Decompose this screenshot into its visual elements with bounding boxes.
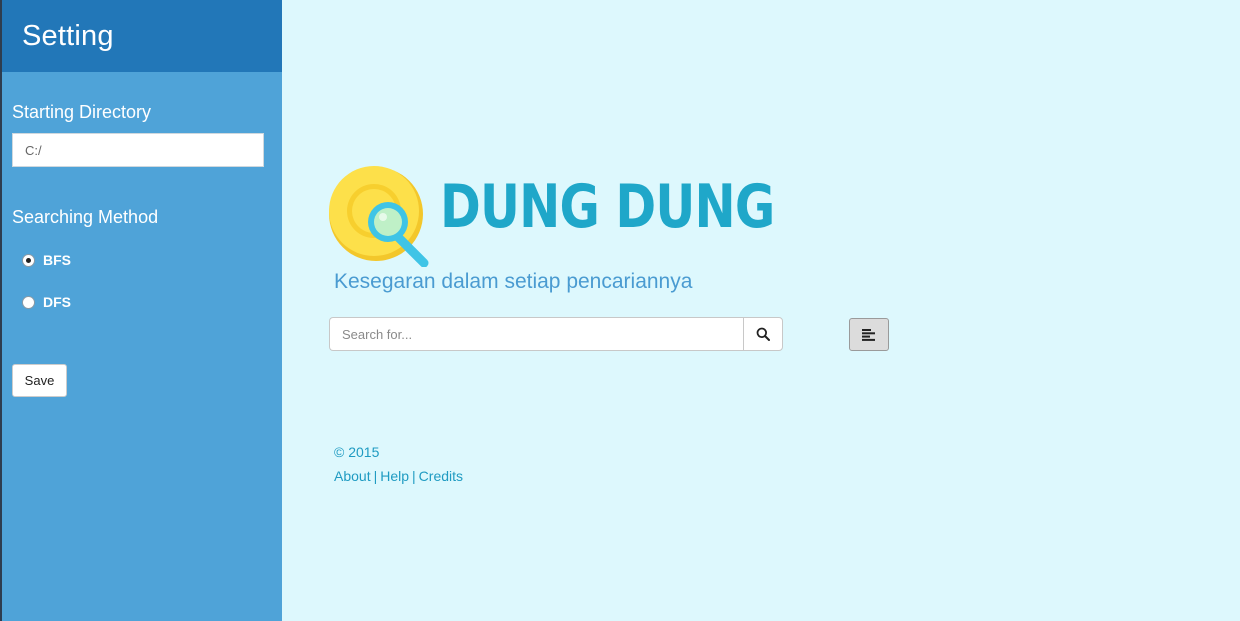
credits-link[interactable]: Credits bbox=[419, 468, 463, 484]
app-logo: DUNG DUNG bbox=[328, 162, 775, 267]
save-button[interactable]: Save bbox=[12, 364, 67, 397]
dfs-radio[interactable] bbox=[22, 295, 35, 309]
sidebar-header: Setting bbox=[2, 0, 282, 72]
searching-method-label: Searching Method bbox=[12, 207, 159, 227]
dfs-label: DFS bbox=[43, 294, 71, 310]
align-left-icon bbox=[862, 328, 875, 341]
coin-magnifier-icon bbox=[329, 166, 429, 267]
search-bar bbox=[329, 317, 783, 351]
starting-directory-label: Starting Directory bbox=[12, 102, 152, 122]
sidebar-title: Setting bbox=[22, 19, 114, 52]
footer-separator: | bbox=[373, 468, 378, 484]
about-link[interactable]: About bbox=[334, 468, 371, 484]
logo-text: DUNG DUNG bbox=[440, 172, 775, 242]
footer: © 2015 About | Help | Credits bbox=[334, 444, 463, 484]
starting-directory-input[interactable] bbox=[12, 133, 264, 167]
search-input[interactable] bbox=[329, 317, 743, 351]
bfs-radio[interactable] bbox=[22, 253, 35, 267]
tagline: Kesegaran dalam setiap pencariannya bbox=[334, 270, 693, 293]
method-option-bfs[interactable]: BFS bbox=[22, 252, 71, 268]
footer-separator: | bbox=[412, 468, 416, 484]
help-link[interactable]: Help bbox=[380, 468, 409, 484]
settings-sidebar: Setting Starting Directory Searching Met… bbox=[0, 0, 282, 621]
method-option-dfs[interactable]: DFS bbox=[22, 294, 71, 310]
bfs-label: BFS bbox=[43, 252, 71, 268]
search-button[interactable] bbox=[743, 317, 783, 351]
copyright-text: © 2015 bbox=[334, 444, 380, 460]
results-view-toggle-button[interactable] bbox=[849, 318, 889, 351]
search-icon bbox=[756, 327, 770, 341]
